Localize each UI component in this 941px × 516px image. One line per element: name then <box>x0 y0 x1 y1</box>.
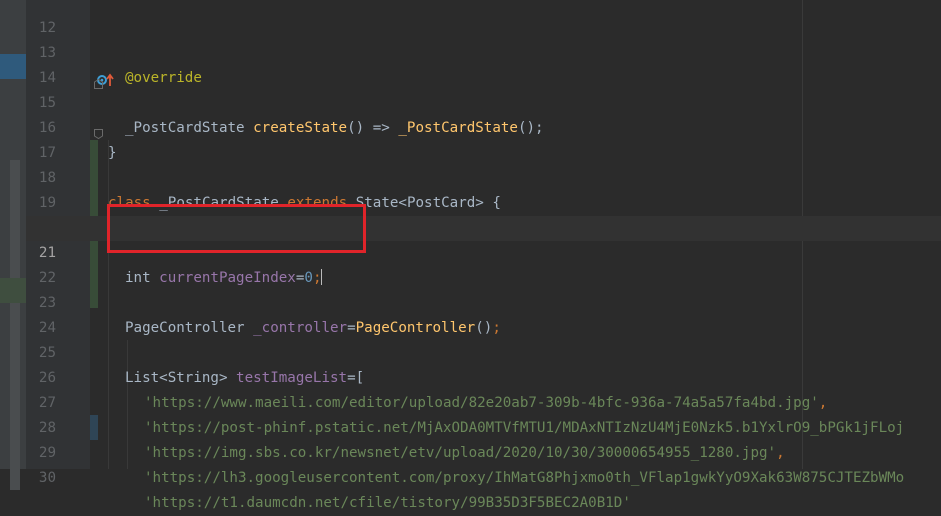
code-line[interactable]: 14 _PostCardState createState() => _Post… <box>26 41 941 136</box>
code-line[interactable]: 13 @override <box>26 16 941 86</box>
code-line[interactable]: 24 <box>26 291 941 336</box>
code-line[interactable]: 17 class _PostCardState extends State<Po… <box>26 116 941 211</box>
code-line[interactable]: 18 <box>26 141 941 186</box>
strip-marker <box>10 160 20 490</box>
code-line[interactable]: 28 'https://img.sbs.co.kr/newsnet/etv/up… <box>26 391 941 461</box>
code-line[interactable]: 30 'https://t1.daumcdn.net/cfile/tistory… <box>26 441 941 511</box>
code-line[interactable]: 25 List<String> testImageList=[ <box>26 316 941 386</box>
annotation-highlight-box <box>107 204 366 253</box>
code-line[interactable]: 27 'https://post-phinf.pstatic.net/MjAxO… <box>26 366 941 436</box>
code-line[interactable]: 29 'https://lh3.googleusercontent.com/pr… <box>26 416 941 486</box>
tool-window-strip <box>0 0 26 490</box>
code-line[interactable]: 19 int pageLength; <box>26 166 941 236</box>
fold-marker-icon[interactable] <box>94 73 103 89</box>
url-string-literal: 'https://lh3.googleusercontent.com/proxy… <box>144 470 905 486</box>
code-line[interactable]: 15 } <box>26 66 941 161</box>
override-method-icon[interactable] <box>63 46 114 86</box>
code-line[interactable]: 26 'https://www.maeili.com/editor/upload… <box>26 341 941 411</box>
strip-selection <box>0 54 26 79</box>
fold-marker-icon[interactable] <box>94 123 103 140</box>
code-line[interactable]: 23 PageController _controller=PageContro… <box>26 266 941 336</box>
url-string-literal: 'https://t1.daumcdn.net/cfile/tistory/99… <box>144 495 631 511</box>
code-line[interactable]: 16 <box>26 91 941 136</box>
code-line[interactable]: 12 <box>26 0 941 36</box>
strip-highlight <box>0 278 26 303</box>
line-number: 30 <box>38 470 56 486</box>
